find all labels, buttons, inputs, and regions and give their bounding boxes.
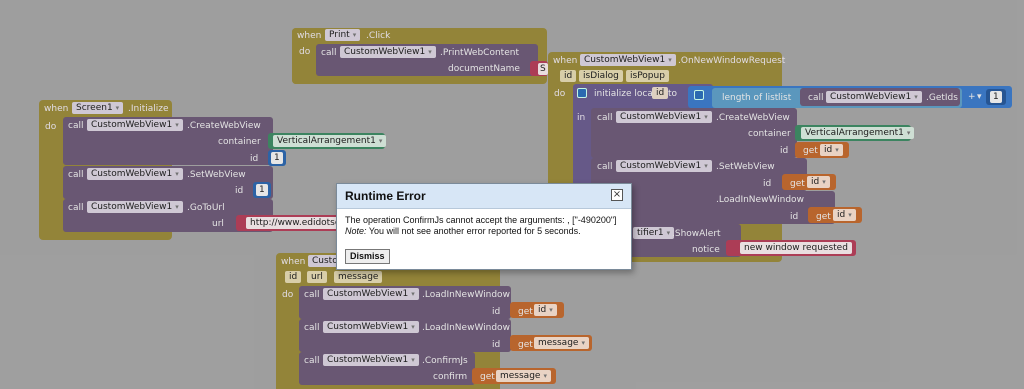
note-label: Note: [345,226,367,236]
dismiss-button[interactable]: Dismiss [345,249,390,264]
error-message: The operation ConfirmJs cannot accept th… [345,215,617,225]
dialog-body: The operation ConfirmJs cannot accept th… [337,209,631,243]
runtime-error-dialog: Runtime Error × The operation ConfirmJs … [336,183,632,270]
close-icon[interactable]: × [611,189,623,201]
dialog-header: Runtime Error × [337,184,631,209]
dialog-title: Runtime Error [345,189,426,203]
error-note: Note: You will not see another error rep… [345,226,623,237]
note-text: You will not see another error reported … [366,226,581,236]
